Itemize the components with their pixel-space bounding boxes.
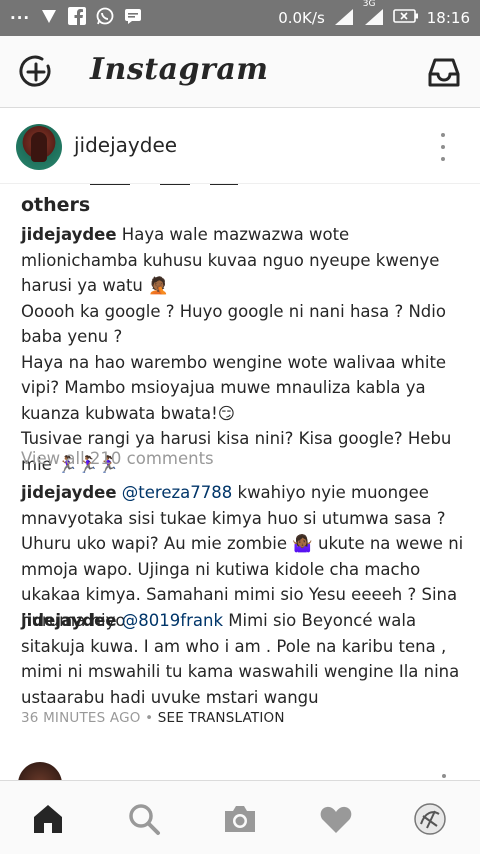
app-bar: Instagram <box>0 36 480 108</box>
next-post-avatar[interactable] <box>18 762 62 780</box>
facebook-icon <box>68 7 87 29</box>
network-type-label: 3G <box>362 0 376 9</box>
inbox-icon[interactable] <box>426 54 462 90</box>
liked-by-others[interactable]: others <box>21 194 90 216</box>
post-time: 36 MINUTES AGO <box>21 710 141 726</box>
comment-username[interactable]: jidejaydee <box>21 611 117 630</box>
comment-username[interactable]: jidejaydee <box>21 483 117 502</box>
battery-icon <box>392 8 419 28</box>
signal-icon <box>333 7 355 29</box>
post-content: others jidejaydee Haya wale mazwazwa wot… <box>0 184 480 780</box>
shield-icon <box>40 7 58 29</box>
new-post-icon[interactable] <box>18 54 54 90</box>
app-logo: Instagram <box>90 52 269 87</box>
camera-icon[interactable] <box>222 801 258 837</box>
bottom-nav <box>0 780 480 854</box>
post-header: jidejaydee <box>0 109 480 184</box>
caption-line: Ooooh ka google ? Huyo google ni nani ha… <box>21 301 446 347</box>
avatar[interactable] <box>16 124 62 170</box>
clock: 18:16 <box>426 9 470 27</box>
signal-3g-icon: 3G <box>363 0 385 29</box>
search-icon[interactable] <box>126 801 162 837</box>
caption-username[interactable]: jidejaydee <box>21 225 117 244</box>
post-meta: 36 MINUTES AGO • SEE TRANSLATION <box>21 710 285 726</box>
liked-by-cutoff <box>20 184 280 194</box>
more-options-icon[interactable] <box>438 133 448 161</box>
profile-avatar-icon[interactable] <box>412 801 448 837</box>
message-icon <box>124 7 142 29</box>
see-translation-link[interactable]: SEE TRANSLATION <box>158 710 285 726</box>
meta-separator: • <box>145 710 154 726</box>
more-dots-icon: ··· <box>10 9 31 27</box>
comment-mention[interactable]: @8019frank <box>122 611 223 630</box>
comment: jidejaydee @8019frank Mimi sio Beyoncé w… <box>21 608 466 710</box>
caption-line: Haya na hao warembo wengine wote walivaa… <box>21 352 447 423</box>
comment-mention[interactable]: @tereza7788 <box>122 483 232 502</box>
home-icon[interactable] <box>30 801 66 837</box>
post-username[interactable]: jidejaydee <box>74 133 177 157</box>
activity-heart-icon[interactable] <box>318 801 354 837</box>
next-post-more-icon[interactable] <box>442 774 446 778</box>
view-all-comments-link[interactable]: View all 210 comments <box>21 449 214 468</box>
status-bar: ··· 0.0K/s 3G 18:16 <box>0 0 480 36</box>
network-speed: 0.0K/s <box>278 9 325 27</box>
whatsapp-icon <box>96 7 114 29</box>
post-caption: jidejaydee Haya wale mazwazwa wote mlion… <box>21 222 466 477</box>
